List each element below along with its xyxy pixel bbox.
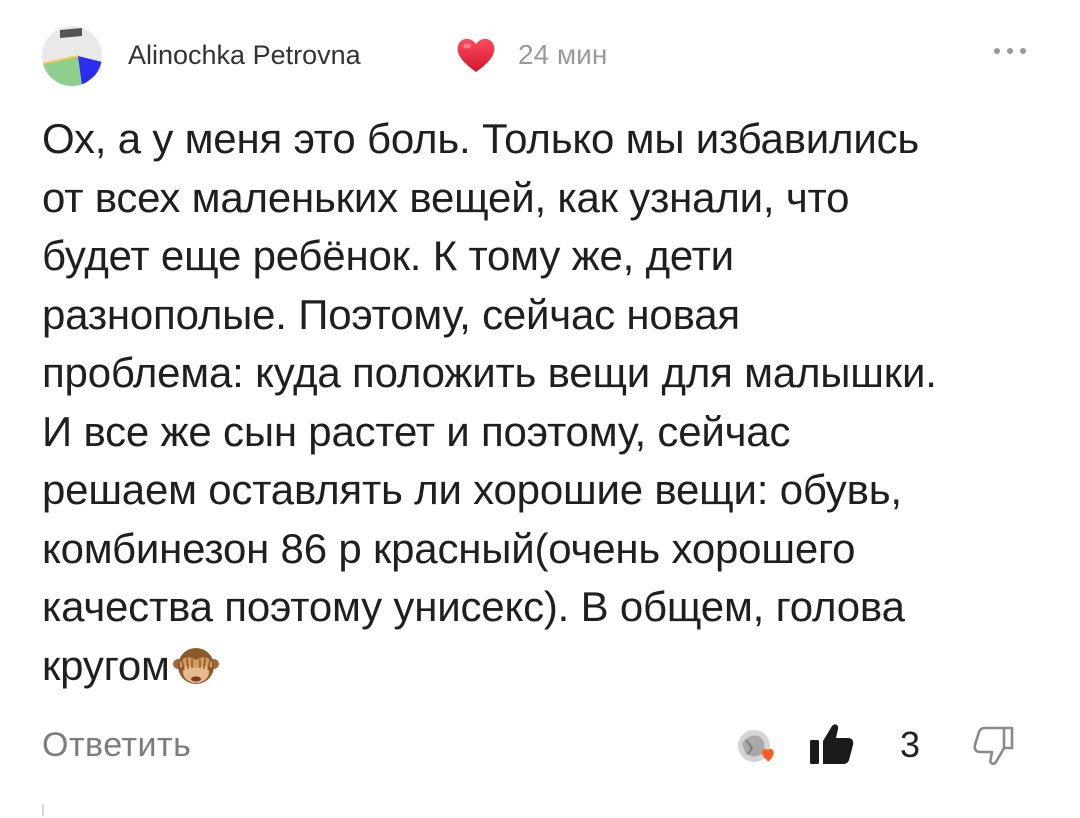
more-dots-icon[interactable]: [990, 44, 1030, 58]
comment-line: комбинезон 86 р красный(очень хорошего: [42, 524, 856, 572]
author-name[interactable]: Alinochka Petrovna: [128, 40, 361, 71]
comment-line: решаем оставлять ли хорошие вещи: обувь,: [42, 466, 902, 513]
comment-line: разнополые. Поэтому, сейчас новая: [42, 290, 740, 338]
thumbs-down-icon[interactable]: [972, 724, 1016, 768]
reply-button[interactable]: Ответить: [42, 726, 191, 765]
comment-line: Ох, а у меня это боль. Только мы избавил…: [42, 115, 920, 162]
see-no-evil-monkey-icon: [172, 647, 219, 684]
thumbs-up-icon[interactable]: [808, 720, 856, 768]
comment-header: Alinochka Petrovna 24 мин: [42, 22, 1042, 86]
scroll-edge-marker: [42, 804, 44, 816]
comment-line: И все же сын растет и поэтому, сейчас: [42, 407, 791, 455]
reactor-avatar-icon[interactable]: [736, 726, 778, 770]
comment-body: Ох, а у меня это боль. Только мы избавил…: [42, 110, 1052, 695]
comment-footer: Ответить 3: [42, 720, 1042, 780]
like-count: 3: [900, 724, 921, 765]
comment-timestamp: 24 мин: [518, 39, 608, 70]
comment-line: кругом: [42, 641, 170, 689]
avatar[interactable]: [42, 26, 102, 86]
comment-line: проблема: куда положить вещи для малышки…: [42, 349, 937, 396]
comment-last-line: кругом: [42, 637, 1052, 696]
comment-line: от всех маленьких вещей, как узнали, что: [42, 173, 850, 221]
comment-line: будет еще ребёнок. К тому же, дети: [42, 232, 734, 279]
heart-icon: [457, 38, 495, 72]
comment-line: качества поэтому унисекс). В общем, голо…: [42, 583, 905, 630]
